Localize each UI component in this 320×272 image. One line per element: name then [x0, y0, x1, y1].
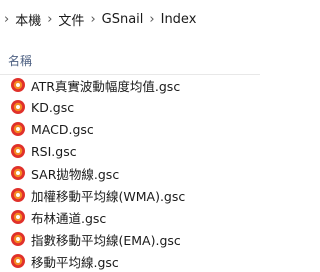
file-name: RSI.gsc: [31, 143, 77, 159]
file-name: ATR真實波動幅度均值.gsc: [31, 78, 181, 94]
file-name: 布林通道.gsc: [31, 210, 107, 226]
breadcrumb-item-this-pc[interactable]: 本機: [15, 10, 41, 29]
gsc-file-icon: [11, 166, 25, 180]
file-row[interactable]: ATR真實波動幅度均值.gsc: [0, 74, 260, 96]
file-row[interactable]: 布林通道.gsc: [0, 206, 260, 228]
gsc-file-icon: [11, 144, 25, 158]
file-name: 移動平均線.gsc: [31, 254, 119, 270]
column-header-name[interactable]: 名稱: [8, 52, 32, 69]
file-row[interactable]: RSI.gsc: [0, 140, 260, 162]
chevron-right-icon[interactable]: ›: [90, 12, 95, 27]
file-row[interactable]: 加權移動平均線(WMA).gsc: [0, 184, 260, 206]
gsc-file-icon: [11, 78, 25, 92]
breadcrumb: › 本機 › 文件 › GSnail › Index: [0, 0, 260, 38]
breadcrumb-item-gsnail[interactable]: GSnail: [102, 12, 144, 27]
gsc-file-icon: [11, 122, 25, 136]
breadcrumb-item-index[interactable]: Index: [161, 12, 197, 27]
chevron-right-icon[interactable]: ›: [47, 12, 52, 27]
gsc-file-icon: [11, 188, 25, 202]
file-row[interactable]: MACD.gsc: [0, 118, 260, 140]
file-row[interactable]: KD.gsc: [0, 96, 260, 118]
breadcrumb-item-documents[interactable]: 文件: [58, 10, 84, 29]
chevron-right-icon[interactable]: ›: [4, 12, 9, 27]
chevron-right-icon[interactable]: ›: [149, 12, 154, 27]
gsc-file-icon: [11, 254, 25, 268]
gsc-file-icon: [11, 100, 25, 114]
file-name: 加權移動平均線(WMA).gsc: [31, 188, 186, 204]
file-name: MACD.gsc: [31, 121, 94, 137]
file-name: KD.gsc: [31, 99, 75, 115]
gsc-file-icon: [11, 232, 25, 246]
file-row[interactable]: SAR拋物線.gsc: [0, 162, 260, 184]
file-name: SAR拋物線.gsc: [31, 166, 120, 182]
file-list: ATR真實波動幅度均值.gsc KD.gsc MACD.gsc RSI.gsc …: [0, 74, 260, 272]
column-header-bar: 名稱: [0, 38, 260, 75]
file-row[interactable]: 指數移動平均線(EMA).gsc: [0, 228, 260, 250]
gsc-file-icon: [11, 210, 25, 224]
file-name: 指數移動平均線(EMA).gsc: [31, 232, 181, 248]
